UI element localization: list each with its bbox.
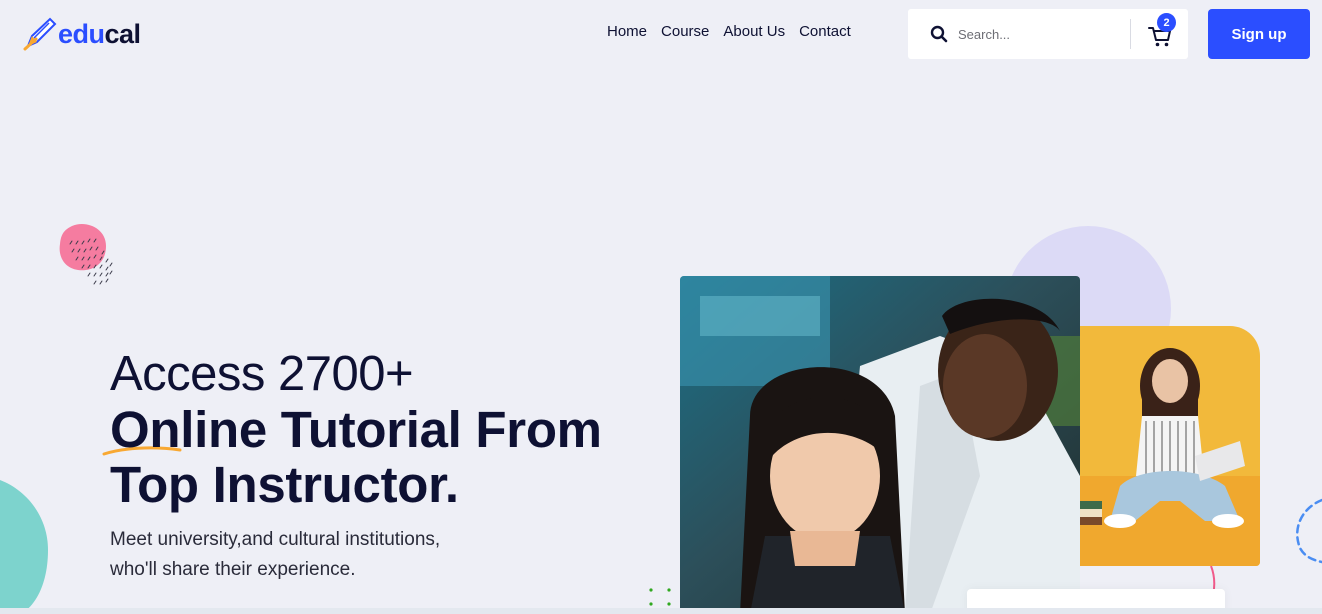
logo[interactable]: educal <box>22 16 141 52</box>
logo-text-part2: cal <box>104 18 142 49</box>
logo-pencil-icon <box>23 17 57 51</box>
pink-blob-decoration <box>59 224 113 285</box>
students-photo <box>680 276 1080 614</box>
search-divider <box>1130 19 1131 49</box>
nav-course[interactable]: Course <box>661 23 709 40</box>
search-bar: 2 <box>908 9 1188 59</box>
dashed-arc-decoration <box>1295 498 1322 564</box>
teal-blob-decoration <box>0 480 48 614</box>
hero-section: Access 2700+ Online Tutorial From Top In… <box>102 346 650 585</box>
hero-title-line1: Access 2700+ <box>110 347 414 401</box>
hero-title-line2-text: Online Tutorial From <box>110 401 602 458</box>
search-icon[interactable] <box>930 25 948 43</box>
search-input[interactable] <box>958 22 1128 46</box>
bottom-strip <box>0 608 1322 614</box>
hero-title-line2: Online Tutorial From <box>102 401 650 458</box>
header: educal Home Course About Us Contact 2 Si… <box>0 0 1322 70</box>
logo-text: educal <box>58 19 141 50</box>
cart-count-badge: 2 <box>1157 13 1176 32</box>
nav-contact[interactable]: Contact <box>799 23 851 40</box>
hero-subtitle-line1: Meet university,and cultural institution… <box>110 529 441 550</box>
hero-subtitle: Meet university,and cultural institution… <box>110 525 530 585</box>
student-notebook-photo <box>1080 326 1260 566</box>
sign-up-button[interactable]: Sign up <box>1208 9 1310 59</box>
nav-home[interactable]: Home <box>607 23 647 40</box>
nav-about-us[interactable]: About Us <box>723 23 785 40</box>
main-nav: Home Course About Us Contact <box>607 23 851 40</box>
hero-subtitle-line2: who'll share their experience. <box>110 559 356 580</box>
hero-title-line3: Top Instructor. <box>110 456 459 513</box>
logo-text-part1: edu <box>58 18 105 49</box>
